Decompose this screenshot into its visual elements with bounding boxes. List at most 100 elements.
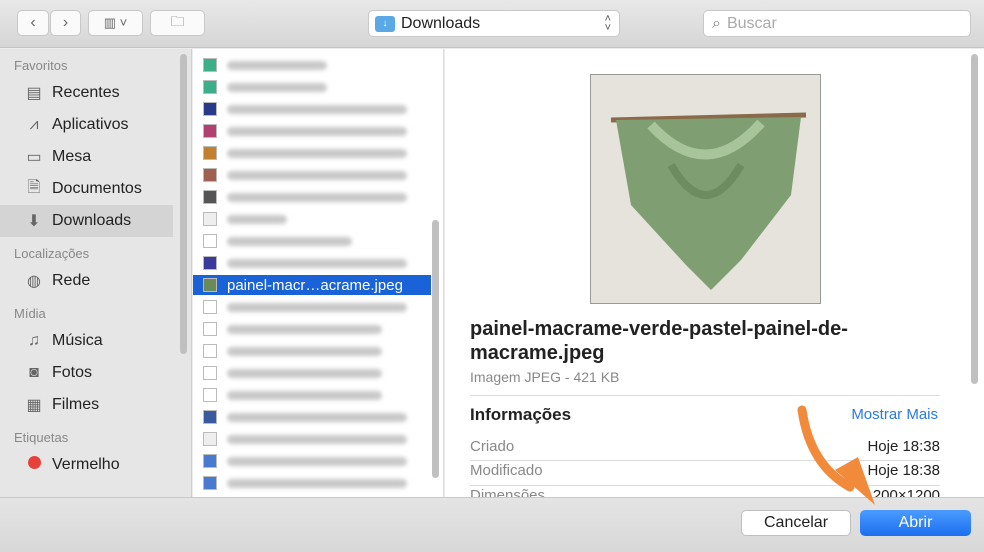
film-icon: ▦	[26, 397, 42, 414]
preview-filetype: Imagem JPEG - 421 KB	[470, 369, 620, 385]
label: Filmes	[52, 396, 100, 413]
file-row[interactable]	[193, 451, 431, 471]
sidebar-item-fotos[interactable]: ◙ Fotos	[0, 357, 191, 389]
file-row[interactable]	[193, 473, 431, 493]
label: Mesa	[52, 148, 92, 165]
info-row-modified: Modificado Hoje 18:38	[470, 462, 940, 479]
file-icon	[203, 454, 217, 468]
file-icon	[203, 476, 217, 490]
blurred-file-name	[227, 126, 407, 136]
file-row[interactable]	[193, 341, 431, 361]
info-title: Informações	[470, 405, 572, 424]
blurred-file-name	[227, 104, 407, 114]
sidebar-item-recentes[interactable]: ▤ Recentes	[0, 77, 191, 109]
search-input[interactable]: ⌕ Buscar	[703, 10, 971, 37]
file-row[interactable]	[193, 77, 431, 97]
section-locations: Localizações	[14, 246, 90, 261]
key: Criado	[470, 438, 515, 455]
file-row[interactable]	[193, 407, 431, 427]
file-row[interactable]	[193, 429, 431, 449]
cancel-button[interactable]: Cancelar	[741, 510, 851, 536]
value: 1200×1200	[864, 487, 941, 497]
file-row[interactable]	[193, 363, 431, 383]
file-row[interactable]	[193, 319, 431, 339]
file-row[interactable]	[193, 55, 431, 75]
sidebar-item-musica[interactable]: ♫ Música	[0, 325, 191, 357]
blurred-file-name	[227, 368, 382, 378]
sidebar-item-filmes[interactable]: ▦ Filmes	[0, 389, 191, 421]
value: Hoje 18:38	[867, 462, 940, 479]
blurred-file-name	[227, 148, 407, 158]
info-row-dimensions: Dimensões 1200×1200	[470, 487, 940, 497]
download-icon: ⬇	[27, 213, 41, 230]
blurred-file-name	[227, 324, 382, 334]
preview-scrollbar[interactable]	[971, 54, 978, 384]
file-row[interactable]	[193, 209, 431, 229]
preview-pane: painel-macrame-verde-pastel-painel-de-ma…	[445, 49, 984, 497]
blurred-file-name	[227, 170, 407, 180]
label: Documentos	[52, 180, 142, 197]
file-icon	[203, 58, 217, 72]
file-row[interactable]	[193, 143, 431, 163]
document-icon: 🗎	[27, 178, 41, 196]
file-icon	[203, 190, 217, 204]
file-icon	[203, 234, 217, 248]
file-icon	[203, 388, 217, 402]
divider	[470, 485, 940, 486]
file-row[interactable]	[193, 165, 431, 185]
label: Vermelho	[52, 456, 120, 473]
file-row[interactable]	[193, 253, 431, 273]
file-row[interactable]	[193, 187, 431, 207]
blurred-file-name	[227, 390, 382, 400]
camera-icon: ◙	[29, 364, 39, 381]
label: Aplicativos	[52, 116, 129, 133]
file-icon	[203, 168, 217, 182]
music-icon: ♫	[28, 332, 40, 349]
sidebar-item-aplicativos[interactable]: ⩘ Aplicativos	[0, 109, 191, 141]
info-row-created: Criado Hoje 18:38	[470, 438, 940, 455]
file-icon	[203, 80, 217, 94]
desktop-icon: ▭	[26, 149, 42, 166]
divider	[470, 395, 940, 396]
file-row[interactable]	[193, 121, 431, 141]
show-more-link[interactable]: Mostrar Mais	[851, 406, 938, 423]
back-button[interactable]: ‹	[17, 10, 49, 36]
blurred-file-name	[227, 236, 352, 246]
preview-image	[590, 74, 821, 304]
label: Recentes	[52, 84, 120, 101]
blurred-file-name	[227, 456, 407, 466]
file-row-selected[interactable]: painel-macr…acrame.jpeg	[193, 275, 431, 295]
label: Música	[52, 332, 103, 349]
red-tag-icon	[24, 456, 44, 474]
location-popup[interactable]: ↓ Downloads ˄ ˅	[368, 10, 620, 37]
key: Modificado	[470, 462, 543, 479]
location-label: Downloads	[401, 14, 481, 32]
sidebar-item-downloads[interactable]: ⬇ Downloads	[0, 205, 173, 237]
sidebar-item-documentos[interactable]: 🗎 Documentos	[0, 173, 191, 205]
new-folder-button[interactable]: 🗀	[150, 10, 205, 36]
file-row[interactable]	[193, 99, 431, 119]
open-button[interactable]: Abrir	[860, 510, 971, 536]
view-mode-button[interactable]: ▥ ˅	[88, 10, 143, 36]
file-row[interactable]	[193, 231, 431, 251]
section-tags: Etiquetas	[14, 430, 69, 445]
label: Rede	[52, 272, 91, 289]
search-icon: ⌕	[712, 14, 721, 32]
downloads-folder-icon: ↓	[375, 15, 395, 32]
sidebar-item-rede[interactable]: ◍ Rede	[0, 265, 191, 297]
file-row[interactable]	[193, 385, 431, 405]
section-favorites: Favoritos	[14, 58, 68, 73]
sidebar-item-mesa[interactable]: ▭ Mesa	[0, 141, 191, 173]
blurred-file-name	[227, 302, 407, 312]
key: Dimensões	[470, 487, 546, 497]
file-list-scrollbar[interactable]	[432, 220, 439, 478]
label: Downloads	[52, 212, 132, 229]
sidebar-item-vermelho[interactable]: Vermelho	[0, 449, 191, 481]
value: Hoje 18:38	[867, 438, 940, 455]
sidebar-scrollbar[interactable]	[180, 54, 187, 354]
file-row[interactable]	[193, 297, 431, 317]
file-icon	[203, 278, 217, 292]
forward-button[interactable]: ›	[50, 10, 81, 36]
blurred-file-name	[227, 214, 287, 224]
clock-icon: ▤	[26, 85, 42, 102]
